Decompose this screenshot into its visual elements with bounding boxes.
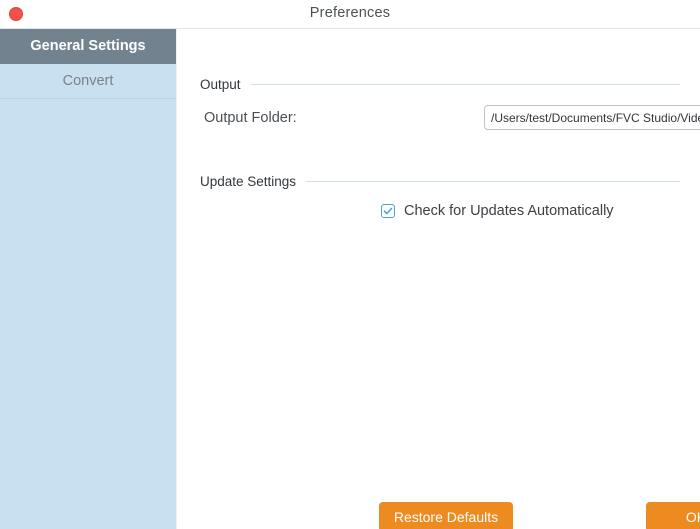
section-divider [250, 84, 680, 85]
section-title: Update Settings [200, 174, 297, 189]
check-for-updates-label: Check for Updates Automatically [404, 203, 614, 219]
title-bar: Preferences [0, 0, 700, 29]
sidebar-item-label: General Settings [30, 38, 146, 54]
output-folder-field[interactable]: ••• [484, 105, 700, 130]
section-header-update-settings: Update Settings [200, 174, 680, 189]
output-folder-input[interactable] [485, 106, 700, 129]
section-title: Output [200, 77, 241, 92]
sidebar-item-label: Convert [62, 73, 114, 89]
checkmark-icon [383, 207, 393, 215]
section-divider [306, 181, 680, 182]
sidebar-item-general-settings[interactable]: General Settings [0, 29, 176, 64]
sidebar-item-convert[interactable]: Convert [0, 64, 176, 99]
output-folder-label: Output Folder: [204, 110, 297, 126]
window-title: Preferences [309, 5, 391, 21]
ok-button[interactable]: OK [646, 502, 700, 529]
check-for-updates-row[interactable]: Check for Updates Automatically [381, 203, 614, 219]
sidebar: General Settings Convert [0, 29, 177, 529]
preferences-window: Preferences General Settings Convert Out… [0, 0, 700, 529]
check-for-updates-checkbox[interactable] [381, 204, 395, 218]
section-header-output: Output [200, 77, 680, 92]
restore-defaults-button[interactable]: Restore Defaults [379, 502, 513, 529]
content-pane: Output Output Folder: ••• Open Update Se… [178, 29, 700, 529]
